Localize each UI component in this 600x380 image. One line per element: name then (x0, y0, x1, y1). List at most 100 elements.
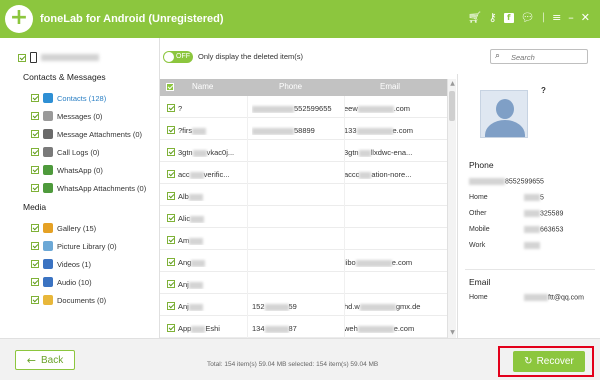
row-name-text: Alic (178, 214, 191, 223)
table-row[interactable]: 3gtn vkac0j... 3gtn llxdwc-ena... (160, 140, 447, 164)
column-divider (344, 316, 345, 338)
row-checkbox[interactable] (167, 192, 175, 200)
row-name-text: Anj (178, 302, 189, 311)
column-divider (344, 206, 345, 230)
sidebar-item[interactable]: Messages (0) (31, 110, 102, 122)
scroll-up-icon[interactable]: ▲ (449, 80, 456, 87)
sidebar-item[interactable]: Gallery (15) (31, 222, 96, 234)
sidebar-item[interactable]: WhatsApp Attachments (0) (31, 182, 146, 194)
phone-entry: Mobile 663653 (469, 226, 594, 233)
row-email-text: hd.w (344, 302, 360, 311)
sidebar-item[interactable]: Message Attachments (0) (31, 128, 142, 140)
redacted-blur (264, 303, 289, 311)
row-name-text: Ang (178, 258, 192, 267)
row-checkbox[interactable] (167, 170, 175, 178)
cart-icon[interactable]: 🛒︎ (468, 12, 482, 23)
row-email-text: 3gtn (344, 148, 359, 157)
scroll-thumb[interactable] (449, 91, 455, 121)
row-email: weh e.com (344, 324, 444, 333)
row-name-text: acc (178, 170, 190, 179)
table-header: Name Phone Email (160, 79, 447, 96)
redacted-blur (524, 294, 548, 301)
sidebar-item-label: Audio (10) (57, 277, 92, 287)
sidebar-item-label: Gallery (15) (57, 223, 97, 233)
sidebar-item-checkbox[interactable] (31, 184, 39, 192)
row-checkbox[interactable] (167, 236, 175, 244)
row-checkbox[interactable] (167, 280, 175, 288)
chat-icon[interactable]: 💬︎ (521, 12, 535, 23)
row-email: 3gtn llxdwc-ena... (344, 148, 444, 157)
device-checkbox[interactable] (18, 53, 26, 62)
row-checkbox[interactable] (167, 126, 175, 134)
row-name-text: Alb (178, 192, 189, 201)
sidebar-item[interactable]: Contacts (128) (31, 92, 106, 104)
row-email-tail: gmx.de (395, 302, 421, 311)
redacted-blur (252, 127, 294, 135)
column-header-name[interactable]: Name (192, 82, 213, 91)
recover-button[interactable]: ↻ Recover (513, 351, 585, 372)
table-row[interactable]: Am (160, 228, 447, 252)
redacted-blur (469, 178, 505, 185)
back-button[interactable]: ← Back (15, 350, 75, 370)
row-name-text: 3gtn (178, 148, 193, 157)
select-all-checkbox[interactable] (166, 83, 174, 91)
row-checkbox[interactable] (167, 148, 175, 156)
facebook-icon[interactable]: f (503, 12, 514, 23)
device-row[interactable] (18, 52, 99, 63)
phone-entry: Other 325589 (469, 210, 594, 217)
toggle-knob (164, 52, 174, 62)
sidebar-item-checkbox[interactable] (31, 112, 39, 120)
table-row[interactable]: acc verific... accc ation-nore... (160, 162, 447, 186)
column-header-phone[interactable]: Phone (279, 82, 302, 91)
table-row[interactable]: Anj (160, 272, 447, 296)
close-icon[interactable]: ✕ (581, 12, 590, 23)
sidebar-item-checkbox[interactable] (31, 260, 39, 268)
sidebar-item[interactable]: WhatsApp (0) (31, 164, 103, 176)
table-row[interactable]: Ang libo e.com (160, 250, 447, 274)
search-input[interactable] (511, 52, 583, 62)
table-row[interactable]: App Eshi 134 87 weh e.com (160, 316, 447, 338)
table-row[interactable]: Alic (160, 206, 447, 230)
sidebar-item-checkbox[interactable] (31, 148, 39, 156)
sidebar-item[interactable]: Audio (10) (31, 276, 92, 288)
sidebar-item-checkbox[interactable] (31, 296, 39, 304)
redacted-blur (192, 127, 207, 135)
table-row[interactable]: ?firs 58899 133 e.com (160, 118, 447, 142)
minimize-icon[interactable]: – (568, 12, 574, 23)
recover-icon: ↻ (524, 356, 533, 367)
sidebar-item-checkbox[interactable] (31, 166, 39, 174)
sidebar-item[interactable]: Call Logs (0) (31, 146, 100, 158)
phone-entry: Work (469, 242, 594, 249)
sidebar-item[interactable]: Documents (0) (31, 294, 106, 306)
sidebar-item-label: Documents (0) (57, 295, 107, 305)
redacted-blur (188, 303, 203, 311)
table-row[interactable]: Anj 152 59 hd.w gmx.de (160, 294, 447, 318)
row-checkbox[interactable] (167, 104, 175, 112)
menu-icon[interactable]: ≡ (552, 12, 561, 23)
sidebar-item-checkbox[interactable] (31, 278, 39, 286)
row-email-text: accc (344, 170, 360, 179)
search-box[interactable]: ⌕ (490, 49, 588, 64)
row-checkbox[interactable] (167, 324, 175, 332)
phone-entry: Home 5 (469, 194, 594, 201)
column-divider (247, 184, 248, 208)
redacted-blur (188, 193, 203, 201)
sidebar-item-checkbox[interactable] (31, 242, 39, 250)
row-checkbox[interactable] (167, 258, 175, 266)
row-checkbox[interactable] (167, 214, 175, 222)
table-row[interactable]: ? 552599655 eew .com (160, 96, 447, 120)
sidebar-item-label: Messages (0) (57, 111, 103, 121)
sidebar-item-checkbox[interactable] (31, 130, 39, 138)
key-icon[interactable]: ⚷ (489, 12, 497, 23)
row-name: Anj (178, 302, 244, 311)
sidebar-item-checkbox[interactable] (31, 224, 39, 232)
sidebar-item[interactable]: Videos (1) (31, 258, 91, 270)
column-header-email[interactable]: Email (380, 82, 400, 91)
table-scrollbar[interactable]: ▲ ▼ (447, 79, 456, 338)
sidebar-item[interactable]: Picture Library (0) (31, 240, 117, 252)
row-checkbox[interactable] (167, 302, 175, 310)
deleted-only-toggle[interactable]: OFF (163, 51, 193, 63)
sidebar-item-checkbox[interactable] (31, 94, 39, 102)
table-row[interactable]: Alb (160, 184, 447, 208)
scroll-down-icon[interactable]: ▼ (449, 329, 456, 336)
